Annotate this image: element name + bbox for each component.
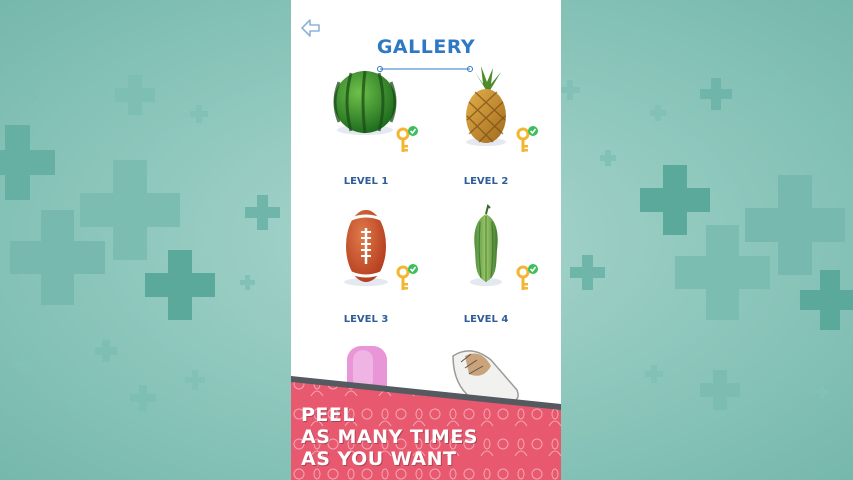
unlocked-key-icon <box>396 264 418 290</box>
gallery-header: GALLERY <box>291 36 561 72</box>
plus-icon <box>245 195 280 230</box>
plus-icon <box>560 80 580 100</box>
plus-icon <box>600 150 616 166</box>
level-card[interactable]: LEVEL 2 <box>431 64 541 194</box>
plus-icon <box>650 105 666 121</box>
plus-icon <box>10 210 105 305</box>
level-card[interactable]: LEVEL 3 <box>311 202 421 332</box>
plus-icon <box>95 340 117 362</box>
promo-banner: PEEL AS MANY TIMES AS YOU WANT <box>291 376 561 480</box>
level-label: LEVEL 1 <box>343 176 389 187</box>
plus-icon <box>185 370 205 390</box>
plus-icon <box>675 225 770 320</box>
plus-icon <box>65 395 81 411</box>
banner-line-1: PEEL <box>301 404 355 426</box>
pineapple-image <box>466 66 538 152</box>
level-label: LEVEL 3 <box>343 314 389 325</box>
plus-icon <box>115 75 155 115</box>
level-card[interactable]: LEVEL 1 <box>311 64 421 194</box>
plus-icon <box>700 78 732 110</box>
rugby-ball-image <box>344 210 418 290</box>
plus-icon <box>815 385 829 399</box>
plus-icon <box>15 355 33 373</box>
plus-icon <box>820 115 838 133</box>
unlocked-key-icon <box>516 126 538 152</box>
plus-icon <box>190 105 208 123</box>
unlocked-key-icon <box>396 126 418 152</box>
banner-line-2: AS MANY TIMES <box>301 426 478 448</box>
plus-icon <box>700 370 740 410</box>
plus-icon <box>645 365 663 383</box>
plus-icon <box>570 255 605 290</box>
bitter-gourd-image <box>470 204 538 290</box>
level-label: LEVEL 4 <box>463 314 509 325</box>
plus-icon <box>800 270 853 330</box>
level-label: LEVEL 2 <box>463 176 509 187</box>
banner-line-3: AS YOU WANT <box>301 448 457 470</box>
page-title: GALLERY <box>376 36 476 58</box>
plus-icon <box>25 90 39 104</box>
plus-icon <box>770 70 788 88</box>
unlocked-key-icon <box>516 264 538 290</box>
plus-icon <box>145 250 215 320</box>
plus-icon <box>240 275 255 290</box>
level-card[interactable]: LEVEL 4 <box>431 202 541 332</box>
watermelon-image <box>333 70 418 152</box>
plus-icon <box>0 125 55 200</box>
plus-icon <box>130 385 156 411</box>
